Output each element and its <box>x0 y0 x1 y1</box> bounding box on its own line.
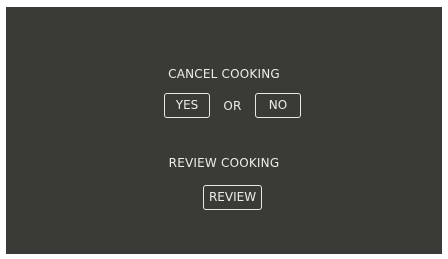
or-separator-text: OR <box>223 99 242 113</box>
cancel-cooking-label: CANCEL COOKING <box>168 67 280 81</box>
no-button[interactable]: NO <box>255 93 301 118</box>
yes-button[interactable]: YES <box>164 93 210 118</box>
review-cooking-label: REVIEW COOKING <box>168 156 280 170</box>
review-button[interactable]: REVIEW <box>203 185 262 210</box>
cooking-dialog-screen: CANCEL COOKING YES OR NO REVIEW COOKING … <box>6 7 442 254</box>
